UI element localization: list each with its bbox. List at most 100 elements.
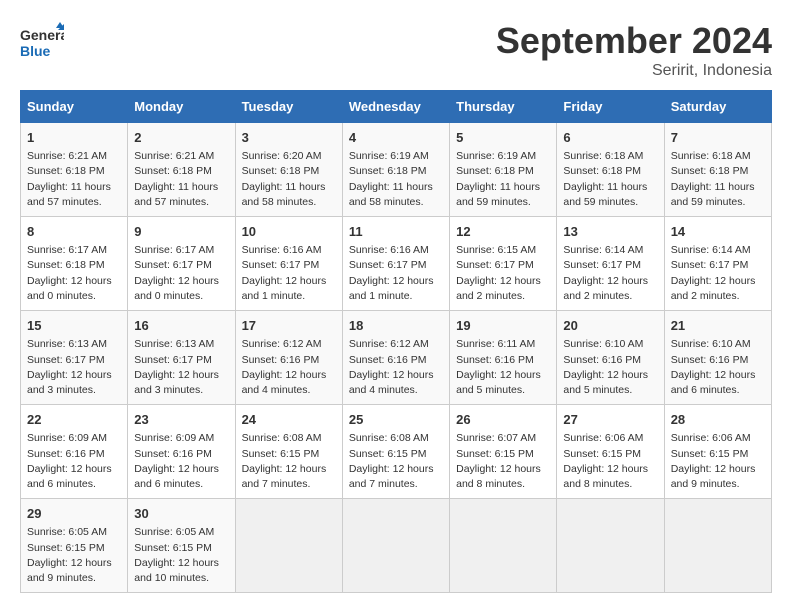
day-info: Sunrise: 6:10 AM Sunset: 6:16 PM Dayligh… [671,337,765,398]
day-number: 22 [27,411,121,429]
calendar-cell: 8 Sunrise: 6:17 AM Sunset: 6:18 PM Daylig… [21,217,128,311]
calendar-cell: 20 Sunrise: 6:10 AM Sunset: 6:16 PM Dayli… [557,311,664,405]
calendar-cell [664,499,771,593]
calendar-cell: 12 Sunrise: 6:15 AM Sunset: 6:17 PM Dayli… [450,217,557,311]
day-info: Sunrise: 6:18 AM Sunset: 6:18 PM Dayligh… [563,149,657,210]
calendar-week-row: 8 Sunrise: 6:17 AM Sunset: 6:18 PM Daylig… [21,217,772,311]
day-number: 6 [563,129,657,147]
day-info: Sunrise: 6:15 AM Sunset: 6:17 PM Dayligh… [456,243,550,304]
day-number: 30 [134,505,228,523]
day-info: Sunrise: 6:21 AM Sunset: 6:18 PM Dayligh… [134,149,228,210]
day-number: 27 [563,411,657,429]
calendar-cell: 4 Sunrise: 6:19 AM Sunset: 6:18 PM Daylig… [342,123,449,217]
calendar-cell: 10Sunrise: 6:16 AM Sunset: 6:17 PM Dayli… [235,217,342,311]
day-number: 13 [563,223,657,241]
calendar-cell: 7 Sunrise: 6:18 AM Sunset: 6:18 PM Daylig… [664,123,771,217]
day-number: 11 [349,223,443,241]
calendar-week-row: 15 Sunrise: 6:13 AM Sunset: 6:17 PM Dayli… [21,311,772,405]
logo: General Blue [20,20,64,64]
day-info: Sunrise: 6:19 AM Sunset: 6:18 PM Dayligh… [349,149,443,210]
calendar-cell: 30 Sunrise: 6:05 AM Sunset: 6:15 PM Dayli… [128,499,235,593]
day-info: Sunrise: 6:08 AM Sunset: 6:15 PM Dayligh… [242,431,336,492]
day-info: Sunrise: 6:13 AM Sunset: 6:17 PM Dayligh… [134,337,228,398]
day-number: 17 [242,317,336,335]
day-number: 7 [671,129,765,147]
day-number: 14 [671,223,765,241]
calendar-cell: 19Sunrise: 6:11 AM Sunset: 6:16 PM Dayli… [450,311,557,405]
calendar-cell [557,499,664,593]
day-number: 3 [242,129,336,147]
header-cell-saturday: Saturday [664,91,771,123]
day-number: 4 [349,129,443,147]
day-info: Sunrise: 6:06 AM Sunset: 6:15 PM Dayligh… [563,431,657,492]
calendar-cell [342,499,449,593]
day-info: Sunrise: 6:10 AM Sunset: 6:16 PM Dayligh… [563,337,657,398]
day-info: Sunrise: 6:21 AM Sunset: 6:18 PM Dayligh… [27,149,121,210]
day-info: Sunrise: 6:12 AM Sunset: 6:16 PM Dayligh… [242,337,336,398]
day-number: 18 [349,317,443,335]
day-info: Sunrise: 6:14 AM Sunset: 6:17 PM Dayligh… [671,243,765,304]
calendar-table: SundayMondayTuesdayWednesdayThursdayFrid… [20,90,772,593]
day-info: Sunrise: 6:11 AM Sunset: 6:16 PM Dayligh… [456,337,550,398]
day-info: Sunrise: 6:06 AM Sunset: 6:15 PM Dayligh… [671,431,765,492]
day-number: 21 [671,317,765,335]
header-cell-tuesday: Tuesday [235,91,342,123]
day-number: 12 [456,223,550,241]
day-info: Sunrise: 6:16 AM Sunset: 6:17 PM Dayligh… [349,243,443,304]
calendar-cell: 27 Sunrise: 6:06 AM Sunset: 6:15 PM Dayli… [557,405,664,499]
calendar-cell: 2 Sunrise: 6:21 AM Sunset: 6:18 PM Daylig… [128,123,235,217]
day-number: 9 [134,223,228,241]
calendar-cell: 22 Sunrise: 6:09 AM Sunset: 6:16 PM Dayli… [21,405,128,499]
calendar-cell: 14 Sunrise: 6:14 AM Sunset: 6:17 PM Dayli… [664,217,771,311]
calendar-cell: 13Sunrise: 6:14 AM Sunset: 6:17 PM Dayli… [557,217,664,311]
logo-icon: General Blue [20,20,64,64]
calendar-cell: 28 Sunrise: 6:06 AM Sunset: 6:15 PM Dayli… [664,405,771,499]
calendar-cell: 15Sunrise: 6:13 AM Sunset: 6:17 PM Dayli… [21,311,128,405]
month-title: September 2024 [496,20,772,62]
calendar-cell: 24Sunrise: 6:08 AM Sunset: 6:15 PM Dayli… [235,405,342,499]
calendar-cell [235,499,342,593]
day-number: 23 [134,411,228,429]
page-header: General Blue September 2024 Seririt, Ind… [20,20,772,80]
title-block: September 2024 Seririt, Indonesia [496,20,772,80]
day-info: Sunrise: 6:17 AM Sunset: 6:17 PM Dayligh… [134,243,228,304]
calendar-cell: 29Sunrise: 6:05 AM Sunset: 6:15 PM Dayli… [21,499,128,593]
calendar-cell: 23 Sunrise: 6:09 AM Sunset: 6:16 PM Dayli… [128,405,235,499]
header-cell-friday: Friday [557,91,664,123]
svg-text:General: General [20,27,64,43]
day-number: 15 [27,317,121,335]
day-number: 28 [671,411,765,429]
calendar-cell: 16Sunrise: 6:13 AM Sunset: 6:17 PM Dayli… [128,311,235,405]
day-number: 5 [456,129,550,147]
location: Seririt, Indonesia [496,62,772,80]
calendar-cell: 5 Sunrise: 6:19 AM Sunset: 6:18 PM Daylig… [450,123,557,217]
day-info: Sunrise: 6:05 AM Sunset: 6:15 PM Dayligh… [134,525,228,586]
day-number: 2 [134,129,228,147]
day-number: 8 [27,223,121,241]
header-cell-thursday: Thursday [450,91,557,123]
day-info: Sunrise: 6:19 AM Sunset: 6:18 PM Dayligh… [456,149,550,210]
calendar-cell: 1 Sunrise: 6:21 AM Sunset: 6:18 PM Daylig… [21,123,128,217]
calendar-header-row: SundayMondayTuesdayWednesdayThursdayFrid… [21,91,772,123]
day-number: 20 [563,317,657,335]
svg-text:Blue: Blue [20,43,51,59]
day-number: 25 [349,411,443,429]
day-info: Sunrise: 6:09 AM Sunset: 6:16 PM Dayligh… [134,431,228,492]
calendar-cell: 26 Sunrise: 6:07 AM Sunset: 6:15 PM Dayli… [450,405,557,499]
calendar-cell: 18Sunrise: 6:12 AM Sunset: 6:16 PM Dayli… [342,311,449,405]
day-info: Sunrise: 6:09 AM Sunset: 6:16 PM Dayligh… [27,431,121,492]
calendar-week-row: 22 Sunrise: 6:09 AM Sunset: 6:16 PM Dayli… [21,405,772,499]
header-cell-sunday: Sunday [21,91,128,123]
calendar-cell [450,499,557,593]
day-info: Sunrise: 6:17 AM Sunset: 6:18 PM Dayligh… [27,243,121,304]
header-cell-wednesday: Wednesday [342,91,449,123]
day-number: 1 [27,129,121,147]
day-number: 10 [242,223,336,241]
calendar-cell: 9 Sunrise: 6:17 AM Sunset: 6:17 PM Daylig… [128,217,235,311]
calendar-cell: 11 Sunrise: 6:16 AM Sunset: 6:17 PM Dayli… [342,217,449,311]
day-number: 26 [456,411,550,429]
day-info: Sunrise: 6:07 AM Sunset: 6:15 PM Dayligh… [456,431,550,492]
calendar-week-row: 29Sunrise: 6:05 AM Sunset: 6:15 PM Dayli… [21,499,772,593]
day-info: Sunrise: 6:18 AM Sunset: 6:18 PM Dayligh… [671,149,765,210]
day-info: Sunrise: 6:20 AM Sunset: 6:18 PM Dayligh… [242,149,336,210]
